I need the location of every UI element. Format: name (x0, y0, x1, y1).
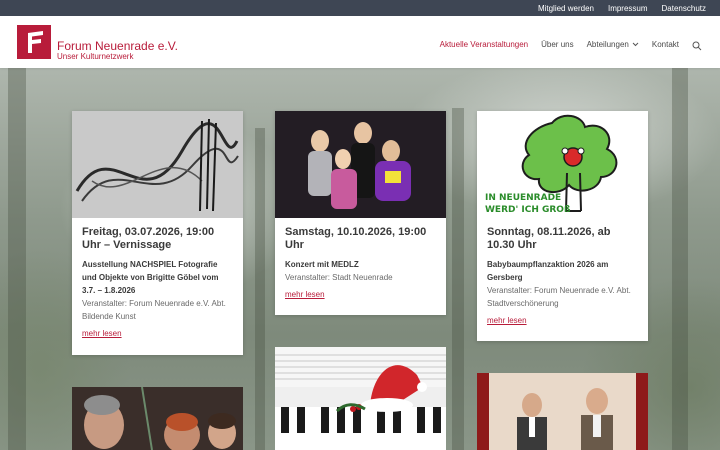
nav-ueber-uns[interactable]: Über uns (541, 40, 573, 49)
link-datenschutz[interactable]: Datenschutz (662, 4, 706, 13)
nav-kontakt[interactable]: Kontakt (652, 40, 679, 49)
event-title: Babybaumpflanzaktion 2026 am Gersberg (487, 260, 609, 282)
event-date[interactable]: Freitag, 03.07.2026, 19:00 Uhr – Verniss… (82, 226, 233, 252)
search-icon[interactable] (692, 38, 704, 51)
chevron-down-icon (632, 42, 639, 46)
link-mitglied-werden[interactable]: Mitglied werden (538, 4, 594, 13)
read-more-link[interactable]: mehr lesen (82, 327, 122, 340)
logo-f-icon (28, 31, 43, 53)
event-organizer: Veranstalter: Stadt Neuenrade (285, 273, 393, 282)
site-header: Forum Neuenrade e.V. Unser Kulturnetzwer… (0, 16, 720, 68)
nav-aktuelle-veranstaltungen[interactable]: Aktuelle Veranstaltungen (440, 40, 529, 49)
site-logo[interactable] (17, 25, 51, 59)
read-more-link[interactable]: mehr lesen (285, 288, 325, 301)
event-organizer: Veranstalter: Forum Neuenrade e.V. Abt. … (487, 286, 631, 308)
event-image-stage-play[interactable] (477, 373, 648, 450)
read-more-link[interactable]: mehr lesen (487, 314, 527, 327)
nav-abteilungen[interactable]: Abteilungen (587, 40, 639, 49)
event-card: Samstag, 10.10.2026, 19:00 Uhr Konzert m… (275, 111, 446, 315)
event-image-sculpture[interactable] (72, 111, 243, 218)
brand-subtitle: Unser Kulturnetzwerk (57, 52, 134, 61)
event-image-band[interactable] (275, 111, 446, 218)
event-title: Konzert mit MEDLZ (285, 260, 359, 269)
event-image-christmas-piano[interactable] (275, 347, 446, 450)
event-title: Ausstellung NACHSPIEL Fotografie und Obj… (82, 260, 219, 295)
event-image-theater[interactable] (72, 387, 243, 450)
tree-logo-line-1: IN NEUENRADE (485, 193, 561, 203)
tree-logo-line-2: WERD' ICH GROß (485, 205, 571, 215)
main-nav: Aktuelle Veranstaltungen Über uns Abteil… (440, 38, 704, 51)
event-organizer: Veranstalter: Forum Neuenrade e.V. Abt. … (82, 299, 226, 321)
top-bar: Mitglied werden Impressum Datenschutz (0, 0, 720, 16)
event-card: IN NEUENRADE WERD' ICH GROß Sonntag, 08.… (477, 111, 648, 341)
brand-title[interactable]: Forum Neuenrade e.V. (57, 39, 178, 53)
nav-abteilungen-label: Abteilungen (586, 39, 629, 49)
event-date[interactable]: Samstag, 10.10.2026, 19:00 Uhr (285, 226, 436, 252)
link-impressum[interactable]: Impressum (608, 4, 648, 13)
event-card: Freitag, 03.07.2026, 19:00 Uhr – Verniss… (72, 111, 243, 355)
event-image-tree-logo[interactable]: IN NEUENRADE WERD' ICH GROß (477, 111, 648, 218)
event-date[interactable]: Sonntag, 08.11.2026, ab 10.30 Uhr (487, 226, 638, 252)
